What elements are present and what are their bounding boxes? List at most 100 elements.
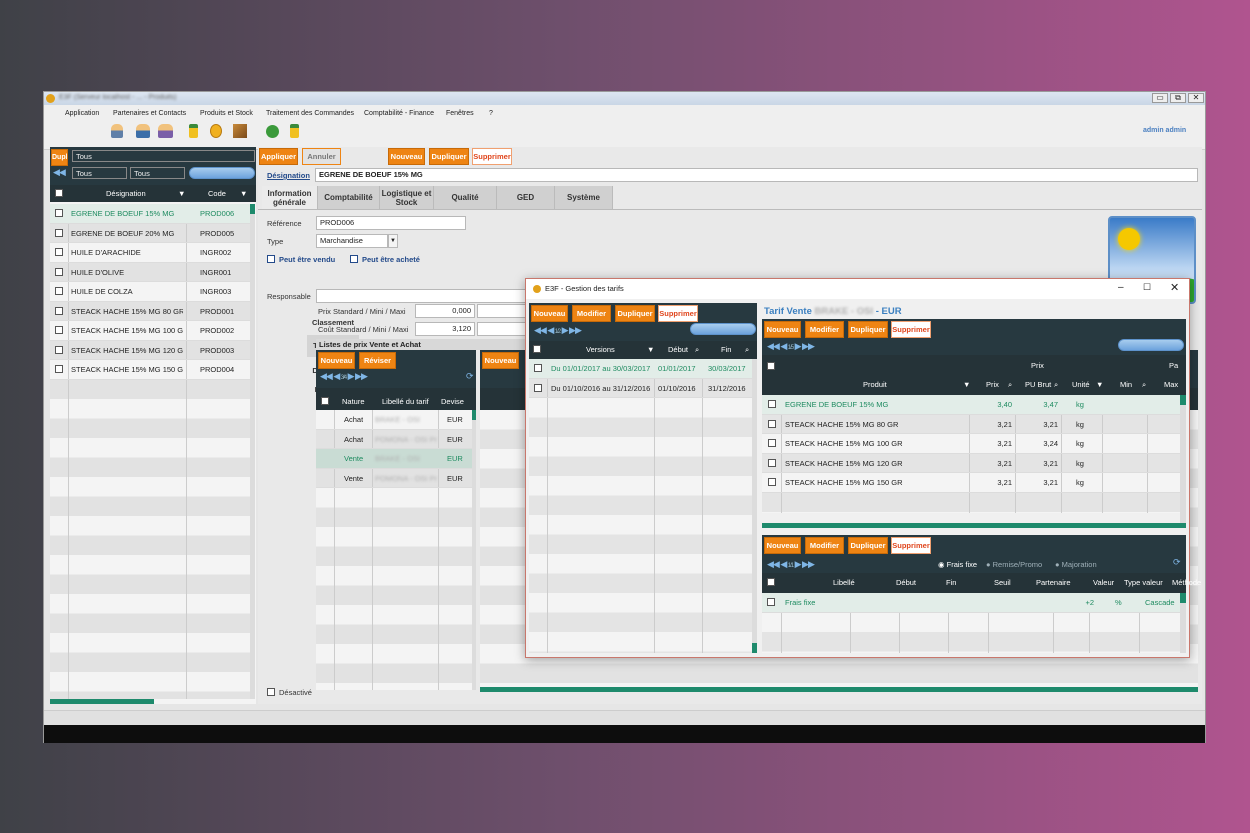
filter-icon[interactable]: ▼: [178, 189, 185, 198]
products-scrollbar[interactable]: [1180, 395, 1186, 523]
col-designation[interactable]: Désignation: [106, 189, 146, 198]
search-pill[interactable]: [189, 167, 255, 179]
list-first-icon[interactable]: ◀◀: [53, 167, 66, 178]
table-row[interactable]: EGRENE DE BOEUF 20% MG PROD005: [50, 224, 250, 243]
col-debut[interactable]: Début: [668, 345, 688, 354]
col-fin[interactable]: Fin: [721, 345, 731, 354]
new-button-2[interactable]: Nouveau: [482, 352, 519, 369]
cancel-button[interactable]: Annuler: [302, 148, 341, 165]
col-versions[interactable]: Versions: [586, 345, 615, 354]
type-select[interactable]: Marchandise: [316, 234, 388, 248]
filter-icon[interactable]: ▼: [240, 189, 247, 198]
product-icon[interactable]: [290, 124, 299, 138]
fee-col-4[interactable]: Partenaire: [1036, 578, 1071, 587]
dialog-maximize-button[interactable]: ☐: [1143, 282, 1151, 293]
refresh-icon[interactable]: ⟳: [466, 371, 474, 382]
duplicate-small-button[interactable]: Dupl: [51, 149, 68, 166]
group-icon[interactable]: [158, 124, 173, 138]
products-duplicate-button[interactable]: Dupliquer: [848, 321, 888, 338]
fees-new-button[interactable]: Nouveau: [764, 537, 801, 554]
row-checkbox[interactable]: [55, 345, 63, 354]
tarif-product-row[interactable]: EGRENE DE BOEUF 15% MG 3,40 3,47 kg: [762, 395, 1180, 415]
fees-duplicate-button[interactable]: Dupliquer: [848, 537, 888, 554]
select-all-checkbox[interactable]: [55, 189, 63, 197]
duplicate-button[interactable]: Dupliquer: [429, 148, 469, 165]
fee-col-3[interactable]: Seuil: [994, 578, 1011, 587]
pl-scrollbar[interactable]: [472, 410, 476, 690]
versions-delete-button[interactable]: Supprimer: [658, 305, 698, 322]
responsable-select[interactable]: [316, 289, 526, 303]
pl-select-all[interactable]: [321, 397, 329, 405]
pl-pagination[interactable]: ◀◀ ◀ 3/4 ▶ ▶▶: [320, 371, 368, 382]
row-checkbox[interactable]: [55, 326, 63, 334]
table-row[interactable]: STEACK HACHE 15% MG 150 GR PROD004: [50, 360, 250, 380]
product-row-checkbox[interactable]: [768, 419, 776, 428]
can-sell-checkbox[interactable]: [267, 255, 275, 263]
tarif-product-row[interactable]: STEACK HACHE 15% MG 80 GR 3,21 3,21 kg: [762, 415, 1180, 434]
product-row-checkbox[interactable]: [768, 439, 776, 447]
contact-icon[interactable]: [111, 124, 123, 138]
row-checkbox[interactable]: [55, 248, 63, 256]
product-row-checkbox[interactable]: [768, 478, 776, 486]
minimize-button[interactable]: ▭: [1152, 93, 1168, 103]
search-icon[interactable]: ⌕: [1008, 380, 1012, 390]
table-row[interactable]: HUILE D'ARACHIDE INGR002: [50, 243, 250, 263]
row-checkbox[interactable]: [55, 287, 63, 295]
prix-mini-input[interactable]: [477, 304, 527, 318]
pl-new-button[interactable]: Nouveau: [318, 352, 355, 369]
tab-comptabilite[interactable]: Comptabilité: [318, 186, 380, 209]
table-row[interactable]: STEACK HACHE 15% MG 80 GR PROD001: [50, 302, 250, 321]
menu-partenaires[interactable]: Partenaires et Contacts: [113, 110, 186, 117]
price-list-row[interactable]: Vente BRAKE - OSI EUR: [316, 449, 472, 469]
fee-col-6[interactable]: Type valeur: [1124, 578, 1163, 587]
col-min[interactable]: Min: [1120, 380, 1132, 389]
fees-pagination[interactable]: ◀◀ ◀ 1/1 ▶ ▶▶: [767, 559, 815, 570]
menu-application[interactable]: Application: [65, 110, 99, 117]
tab-ged[interactable]: GED: [497, 186, 555, 209]
coins-icon[interactable]: [210, 124, 222, 138]
contacts-icon[interactable]: [136, 124, 150, 138]
fees-delete-button[interactable]: Supprimer: [891, 537, 931, 554]
version-row[interactable]: Du 01/10/2016 au 31/12/2016 01/10/2016 3…: [529, 379, 752, 398]
price-list-row[interactable]: Vente POMONA - OSI Prd- EUR: [316, 469, 472, 488]
tab-systeme[interactable]: Système: [555, 186, 613, 209]
tab-qualite[interactable]: Qualité: [434, 186, 497, 209]
filter-2-select[interactable]: Tous: [72, 167, 127, 179]
search-icon[interactable]: ⌕: [1054, 380, 1058, 390]
search-icon[interactable]: ⌕: [695, 345, 699, 355]
pl-col-devise[interactable]: Devise: [441, 397, 464, 406]
designation-input[interactable]: EGRENE DE BOEUF 15% MG: [315, 168, 1198, 182]
filter-icon[interactable]: ▼: [1096, 380, 1103, 389]
fees-select-all[interactable]: [767, 578, 775, 586]
radio-majoration[interactable]: ● Majoration: [1055, 560, 1097, 569]
fee-col-2[interactable]: Fin: [946, 578, 956, 587]
search-icon[interactable]: ⌕: [1142, 380, 1146, 390]
versions-duplicate-button[interactable]: Dupliquer: [615, 305, 655, 322]
table-row[interactable]: EGRENE DE BOEUF 15% MG PROD006: [50, 204, 250, 224]
menu-comptabilite[interactable]: Comptabilité - Finance: [364, 110, 434, 117]
tarif-product-row[interactable]: STEACK HACHE 15% MG 100 GR 3,21 3,24 kg: [762, 434, 1180, 454]
row-checkbox[interactable]: [55, 306, 63, 315]
products-delete-button[interactable]: Supprimer: [891, 321, 931, 338]
fees-modify-button[interactable]: Modifier: [805, 537, 844, 554]
chevron-down-icon[interactable]: ▼: [388, 234, 398, 248]
stock-icon[interactable]: [266, 125, 279, 138]
col-pu-brut[interactable]: PU Brut: [1025, 380, 1051, 389]
version-checkbox[interactable]: [534, 383, 542, 392]
filter-icon[interactable]: ▼: [647, 345, 654, 354]
tarif-product-row[interactable]: STEACK HACHE 15% MG 150 GR 3,21 3,21 kg: [762, 473, 1180, 493]
fee-col-7[interactable]: Méthode: [1172, 578, 1201, 587]
products-pagination[interactable]: ◀◀ ◀ 1/5 ▶ ▶▶: [767, 341, 815, 352]
pl-revise-button[interactable]: Réviser: [359, 352, 396, 369]
version-checkbox[interactable]: [534, 364, 542, 372]
delete-button[interactable]: Supprimer: [472, 148, 512, 165]
dialog-minimize-button[interactable]: –: [1118, 282, 1124, 293]
tab-logistique[interactable]: Logistique et Stock: [380, 186, 434, 209]
col-max[interactable]: Max: [1164, 380, 1178, 389]
versions-modify-button[interactable]: Modifier: [572, 305, 611, 322]
row-checkbox[interactable]: [55, 209, 63, 217]
radio-frais-fixe[interactable]: ◉ Frais fixe: [938, 560, 977, 569]
versions-select-all[interactable]: [533, 345, 541, 353]
filter-3-select[interactable]: Tous: [130, 167, 185, 179]
products-hscroll[interactable]: [762, 523, 1186, 528]
